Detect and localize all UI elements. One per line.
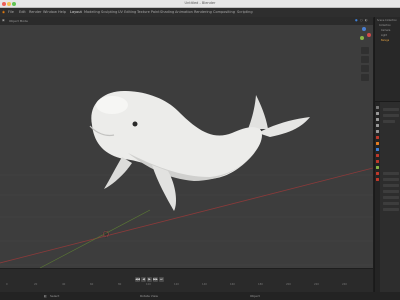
frame-tick: 180 — [258, 283, 263, 286]
frame-tick: 60 — [90, 283, 94, 286]
editor-type-icon[interactable]: ▣ — [2, 18, 5, 22]
tool-icon[interactable] — [376, 106, 379, 109]
frame-tick: 80 — [118, 283, 122, 286]
property-row[interactable] — [383, 184, 399, 187]
property-row[interactable] — [383, 120, 395, 123]
viewport-header: ▣ Object Mode ● ○ ◐ — [0, 17, 373, 25]
status-rotate-hint: Rotate View — [140, 294, 158, 298]
zoom-view-button[interactable] — [361, 47, 369, 54]
property-row[interactable] — [383, 172, 399, 175]
outliner-item[interactable]: Scene Collection — [377, 19, 397, 22]
menu-help[interactable]: Help — [58, 8, 66, 17]
shading-wire-icon[interactable]: ○ — [360, 18, 363, 22]
blender-logo-icon[interactable]: ◉ — [2, 8, 5, 17]
property-row[interactable] — [383, 114, 399, 117]
material-icon[interactable] — [376, 178, 379, 181]
workspace-tab-layout[interactable]: Layout — [70, 8, 82, 17]
gizmo-x-axis-icon[interactable] — [367, 33, 371, 37]
frame-tick: 0 — [6, 283, 8, 286]
x-axis-line — [0, 167, 373, 264]
y-axis-line — [39, 209, 151, 268]
workspace-tab-sculpting[interactable]: Sculpting — [101, 8, 117, 17]
modifier-icon[interactable] — [376, 148, 379, 151]
jump-end-button[interactable]: ⏭ — [159, 277, 164, 282]
frame-tick: 40 — [62, 283, 66, 286]
3d-viewport[interactable] — [0, 25, 373, 268]
title-bar: Untitled - Blender — [0, 0, 400, 8]
gizmo-y-axis-icon[interactable] — [360, 36, 364, 40]
step-back-button[interactable]: ◀ — [141, 277, 146, 282]
workspace-tab-modeling[interactable]: Modeling — [84, 8, 100, 17]
world-icon[interactable] — [376, 136, 379, 139]
property-row[interactable] — [383, 196, 399, 199]
gizmo-z-axis-icon[interactable] — [362, 27, 366, 31]
frame-tick: 20 — [34, 283, 38, 286]
shading-solid-icon[interactable]: ● — [355, 18, 358, 22]
frame-tick: 240 — [342, 283, 347, 286]
frame-tick: 100 — [146, 283, 151, 286]
status-bar: ◧ Select Rotate View Object — [0, 292, 400, 300]
object-icon[interactable] — [376, 142, 379, 145]
shading-material-icon[interactable]: ◐ — [365, 18, 368, 22]
navigation-gizmo[interactable] — [356, 27, 372, 43]
property-row[interactable] — [383, 190, 399, 193]
menu-window[interactable]: Window — [43, 8, 57, 17]
window-title: Untitled - Blender — [184, 1, 216, 5]
jump-start-button[interactable]: ◀◀ — [135, 277, 140, 282]
perspective-toggle-button[interactable] — [361, 74, 369, 81]
outliner-item[interactable]: Beluga — [381, 39, 389, 42]
outliner-item[interactable]: Light — [381, 34, 387, 37]
property-row[interactable] — [383, 108, 399, 111]
data-icon[interactable] — [376, 172, 379, 175]
frame-tick: 120 — [174, 283, 179, 286]
status-select-hint: Select — [50, 294, 60, 298]
workspace-tab-rendering[interactable]: Rendering — [194, 8, 212, 17]
scene-icon[interactable] — [376, 130, 379, 133]
workspace-tab-animation[interactable]: Animation — [175, 8, 193, 17]
properties-editor[interactable] — [375, 102, 400, 292]
viewport-scene — [0, 91, 373, 268]
camera-view-button[interactable] — [361, 65, 369, 72]
view-layer-icon[interactable] — [376, 124, 379, 127]
mouse-left-icon: ◧ — [44, 294, 47, 298]
frame-tick: 220 — [314, 283, 319, 286]
outliner-item[interactable]: Camera — [381, 29, 390, 32]
timeline-editor[interactable]: ◀◀ ◀ ▶ ▶▶ ⏭ 0 20 40 60 80 100 120 140 16… — [0, 268, 373, 293]
menu-file[interactable]: File — [8, 8, 14, 17]
output-icon[interactable] — [376, 118, 379, 121]
property-row[interactable] — [383, 202, 399, 205]
pan-view-button[interactable] — [361, 56, 369, 63]
beluga-whale-model[interactable] — [89, 91, 310, 211]
workspace-tab-compositing[interactable]: Compositing — [213, 8, 235, 17]
play-button[interactable]: ▶ — [147, 277, 152, 282]
workspace-tab-uv-editing[interactable]: UV Editing — [118, 8, 136, 17]
workspace-tab-scripting[interactable]: Scripting — [237, 8, 253, 17]
frame-tick: 200 — [286, 283, 291, 286]
workspace-tab-shading[interactable]: Shading — [160, 8, 174, 17]
menu-render[interactable]: Render — [29, 8, 41, 17]
constraints-icon[interactable] — [376, 166, 379, 169]
menu-edit[interactable]: Edit — [19, 8, 26, 17]
step-forward-button[interactable]: ▶▶ — [153, 277, 158, 282]
particles-icon[interactable] — [376, 154, 379, 157]
properties-tabs — [375, 102, 380, 292]
frame-tick: 160 — [230, 283, 235, 286]
frame-tick: 140 — [202, 283, 207, 286]
outliner-item[interactable]: Collection — [379, 24, 391, 27]
render-icon[interactable] — [376, 112, 379, 115]
right-sidebar: Scene Collection Collection Camera Light… — [374, 17, 400, 292]
property-row[interactable] — [383, 178, 399, 181]
physics-icon[interactable] — [376, 160, 379, 163]
workspace-tab-texture-paint[interactable]: Texture Paint — [137, 8, 160, 17]
mode-selector[interactable]: Object Mode — [9, 19, 28, 23]
outliner-panel[interactable]: Scene Collection Collection Camera Light… — [375, 17, 400, 102]
property-row[interactable] — [383, 208, 399, 211]
status-object-hint: Object — [250, 294, 260, 298]
